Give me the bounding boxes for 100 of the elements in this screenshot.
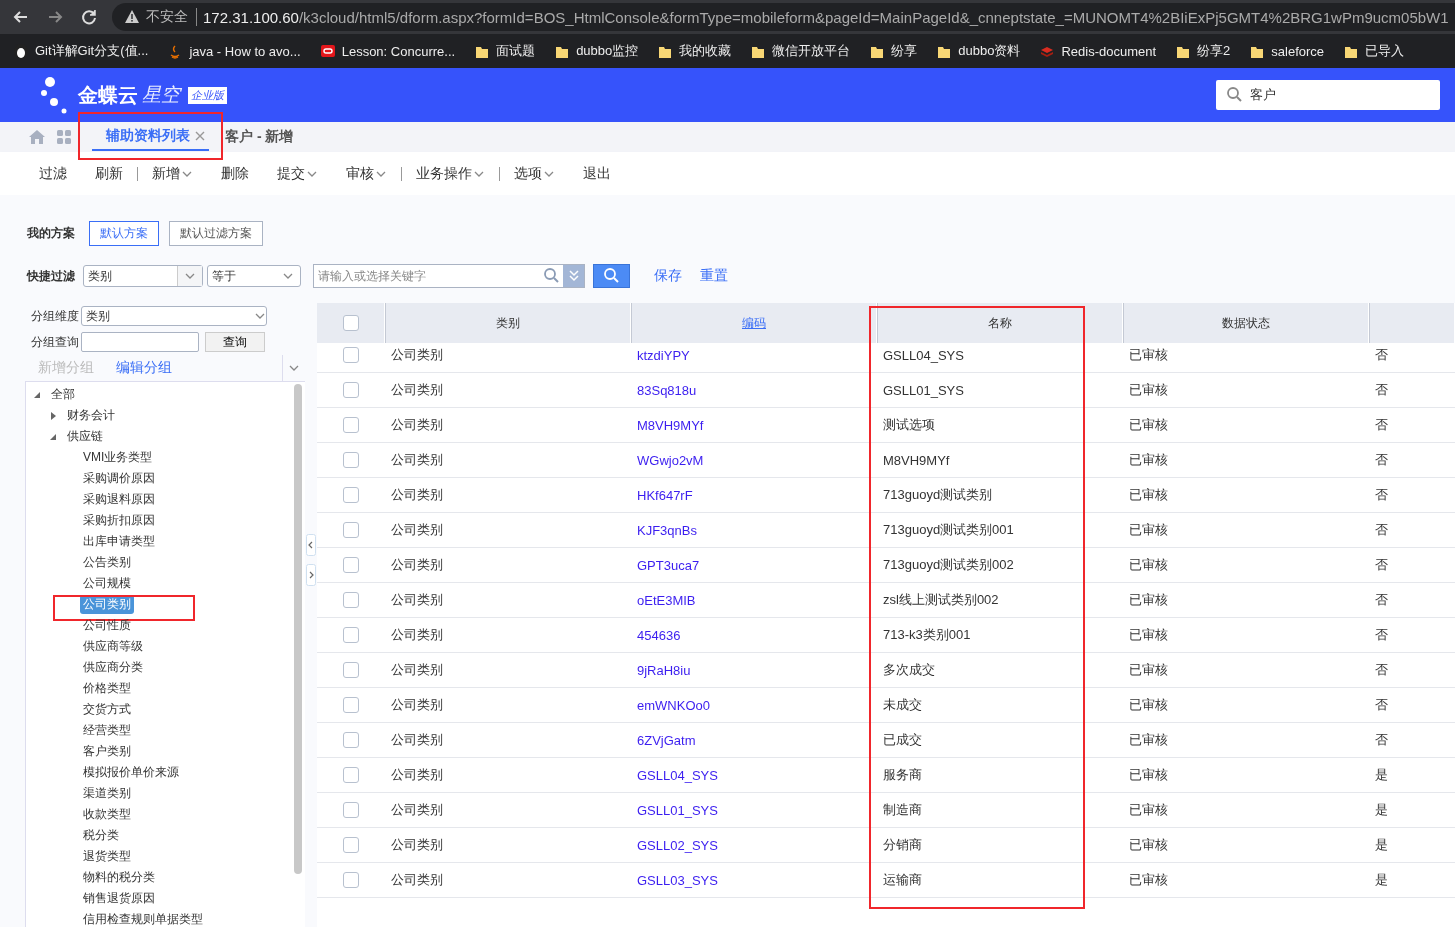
table-cell[interactable]: GSLL03_SYS xyxy=(637,872,718,888)
scheme-button[interactable]: 默认过滤方案 xyxy=(169,220,263,246)
bookmark[interactable]: 已导入 xyxy=(1344,42,1405,60)
tree-item[interactable]: 价格类型 xyxy=(80,679,134,698)
table-cell[interactable]: 454636 xyxy=(637,627,681,643)
table-cell[interactable]: emWNKOo0 xyxy=(637,697,710,713)
tree-item[interactable]: 退货类型 xyxy=(80,847,134,866)
table-cell[interactable]: HKf647rF xyxy=(637,487,693,503)
table-cell[interactable]: oEtE3MIB xyxy=(637,592,696,608)
row-checkbox[interactable] xyxy=(343,872,359,888)
tab[interactable]: 客户 - 新增 xyxy=(225,123,294,151)
toolbar-button[interactable]: 审核 xyxy=(332,159,401,188)
apps-icon[interactable] xyxy=(56,129,72,145)
row-checkbox[interactable] xyxy=(343,487,359,503)
address-bar[interactable]: 不安全 172.31.100.60/k3cloud/html5/dform.aspx?formId=BOS_HtmlConsole&formType=mobileform&pageId=MainPageId&_cnneptstate_=MUNOMT4%2BIiExPj5GMT4%2BRG1wPm9ucm05bW1 xyxy=(112,3,1455,31)
field-dropdown[interactable]: 类别 xyxy=(83,265,203,287)
row-checkbox[interactable] xyxy=(343,592,359,608)
toolbar-button[interactable]: 删除 xyxy=(207,159,263,188)
tree-item[interactable]: 经营类型 xyxy=(80,721,134,740)
column-header[interactable]: 编码 xyxy=(631,303,877,343)
table-cell[interactable]: M8VH9MYf xyxy=(637,417,704,433)
bookmark[interactable]: java - How to avo... xyxy=(168,43,301,59)
bookmark[interactable]: 微信开放平台 xyxy=(751,42,851,60)
group-query-field[interactable] xyxy=(81,332,199,352)
table-cell[interactable]: 9jRaH8iu xyxy=(637,662,691,678)
query-button[interactable]: 查询 xyxy=(205,332,265,352)
edit-group-link[interactable]: 编辑分组 xyxy=(116,359,172,377)
tree-item[interactable]: 信用检查规则单据类型 xyxy=(80,910,206,927)
row-checkbox[interactable] xyxy=(343,417,359,433)
dimension-dropdown[interactable]: 类别 xyxy=(81,306,267,326)
tree-item[interactable]: 模拟报价单价来源 xyxy=(80,763,182,782)
toolbar-button[interactable]: 过滤 xyxy=(25,159,81,188)
tree-item[interactable]: 财务会计 xyxy=(64,406,118,425)
home-icon[interactable] xyxy=(28,128,46,146)
search-icon[interactable] xyxy=(543,267,561,285)
toolbar-button[interactable]: 退出 xyxy=(569,159,625,188)
row-checkbox[interactable] xyxy=(343,347,359,363)
tree-item[interactable]: 采购折扣原因 xyxy=(80,511,158,530)
row-checkbox[interactable] xyxy=(343,662,359,678)
tree-item[interactable]: 出库申请类型 xyxy=(80,532,158,551)
tree-item[interactable]: 税分类 xyxy=(80,826,122,845)
tree-item[interactable]: 供应商分类 xyxy=(80,658,146,677)
search-field[interactable]: 客户 xyxy=(1216,80,1440,110)
row-checkbox[interactable] xyxy=(343,732,359,748)
tree-item[interactable]: 采购调价原因 xyxy=(80,469,158,488)
row-checkbox[interactable] xyxy=(343,837,359,853)
table-cell[interactable]: 6ZVjGatm xyxy=(637,732,696,748)
expand-button[interactable] xyxy=(563,265,584,287)
row-checkbox[interactable] xyxy=(343,452,359,468)
tree-item[interactable]: 采购退料原因 xyxy=(80,490,158,509)
tree-item[interactable]: 全部 xyxy=(48,385,78,404)
tree-item[interactable]: 供应链 xyxy=(64,427,106,446)
toolbar-button[interactable]: 选项 xyxy=(500,159,569,188)
keyword-field[interactable]: 请输入或选择关键字 xyxy=(313,264,585,288)
row-checkbox[interactable] xyxy=(343,767,359,783)
table-cell[interactable]: KJF3qnBs xyxy=(637,522,697,538)
tree-item[interactable]: 客户类别 xyxy=(80,742,134,761)
table-cell[interactable]: ktzdiYPY xyxy=(637,347,690,363)
tree-item[interactable]: 交货方式 xyxy=(80,700,134,719)
row-checkbox[interactable] xyxy=(343,382,359,398)
bookmark[interactable]: 纷享2 xyxy=(1176,42,1231,60)
reset-link[interactable]: 重置 xyxy=(700,267,728,285)
bookmark[interactable]: saleforce xyxy=(1250,43,1325,59)
toolbar-button[interactable]: 业务操作 xyxy=(402,159,499,188)
tree-item[interactable]: VMI业务类型 xyxy=(80,448,156,467)
tree-item[interactable]: 销售退货原因 xyxy=(80,889,158,908)
tree-item[interactable]: 公司规模 xyxy=(80,574,134,593)
tree-item[interactable]: 物料的税分类 xyxy=(80,868,158,887)
tree-item[interactable]: 公司性质 xyxy=(80,616,134,635)
scrollbar-thumb[interactable] xyxy=(294,384,302,874)
collapsed-icon[interactable] xyxy=(48,410,58,421)
table-cell[interactable]: GPT3uca7 xyxy=(637,557,700,573)
table-cell[interactable]: 83Sq818u xyxy=(637,382,697,398)
row-checkbox[interactable] xyxy=(343,627,359,643)
row-checkbox[interactable] xyxy=(343,522,359,538)
bookmark[interactable]: Git详解Git分支(值... xyxy=(14,42,149,60)
expand-right-icon[interactable] xyxy=(306,564,316,586)
bookmark[interactable]: dubbo监控 xyxy=(555,42,639,60)
reload-icon[interactable] xyxy=(80,8,98,26)
bookmark[interactable]: Redis-document xyxy=(1040,43,1157,59)
row-checkbox[interactable] xyxy=(343,802,359,818)
search-button[interactable] xyxy=(593,264,630,288)
tree-item[interactable]: 公告类别 xyxy=(80,553,134,572)
table-cell[interactable]: GSLL01_SYS xyxy=(637,802,718,818)
tree-item[interactable]: 供应商等级 xyxy=(80,637,146,656)
bookmark[interactable]: 我的收藏 xyxy=(658,42,732,60)
close-icon[interactable] xyxy=(195,131,205,141)
bookmark[interactable]: Lesson: Concurre... xyxy=(320,43,456,59)
collapse-left-icon[interactable] xyxy=(306,534,316,556)
tree-item[interactable]: 收款类型 xyxy=(80,805,134,824)
bookmark[interactable]: 面试题 xyxy=(475,42,536,60)
operator-dropdown[interactable]: 等于 xyxy=(207,265,301,287)
tree-item[interactable]: 渠道类别 xyxy=(80,784,134,803)
toolbar-button[interactable]: 刷新 xyxy=(81,159,137,188)
toolbar-button[interactable]: 提交 xyxy=(263,159,332,188)
table-cell[interactable]: GSLL02_SYS xyxy=(637,837,718,853)
table-cell[interactable]: GSLL04_SYS xyxy=(637,767,718,783)
scheme-button[interactable]: 默认方案 xyxy=(89,220,159,246)
row-checkbox[interactable] xyxy=(343,557,359,573)
select-all-checkbox[interactable] xyxy=(342,315,359,331)
